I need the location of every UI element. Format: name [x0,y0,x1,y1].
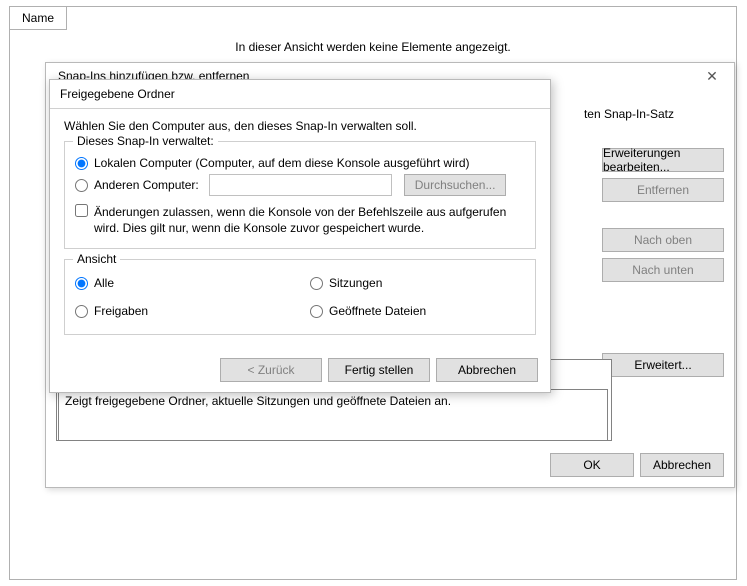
radio-view-sessions-input[interactable] [310,277,323,290]
radio-view-all-input[interactable] [75,277,88,290]
radio-local-computer-label: Lokalen Computer (Computer, auf dem dies… [94,156,470,170]
allow-changes-label: Änderungen zulassen, wenn die Konsole vo… [94,204,525,236]
radio-local-computer-input[interactable] [75,157,88,170]
description-box: Zeigt freigegebene Ordner, aktuelle Sitz… [58,389,608,441]
allow-changes-checkbox[interactable] [75,204,88,217]
shared-folders-dialog-title: Freigegebene Ordner [50,80,550,109]
close-icon[interactable]: ✕ [694,65,730,87]
radio-view-all[interactable]: Alle [75,276,290,290]
move-up-button[interactable]: Nach oben [602,228,724,252]
column-header-name[interactable]: Name [9,6,67,30]
cancel-button[interactable]: Abbrechen [640,453,724,477]
empty-view-message: In dieser Ansicht werden keine Elemente … [10,40,736,54]
radio-view-openfiles[interactable]: Geöffnete Dateien [310,304,525,318]
back-button[interactable]: < Zurück [220,358,322,382]
radio-other-computer-label: Anderen Computer: [94,178,199,192]
move-down-button[interactable]: Nach unten [602,258,724,282]
view-group: Ansicht Alle Sitzungen Freigaben [64,259,536,335]
radio-view-sessions[interactable]: Sitzungen [310,276,525,290]
radio-local-computer[interactable]: Lokalen Computer (Computer, auf dem dies… [75,156,525,170]
finish-button[interactable]: Fertig stellen [328,358,430,382]
shared-folders-dialog: Freigegebene Ordner Wählen Sie den Compu… [49,79,551,393]
wizard-cancel-button[interactable]: Abbrechen [436,358,538,382]
remove-button[interactable]: Entfernen [602,178,724,202]
dialog-prompt: Wählen Sie den Computer aus, den dieses … [64,119,536,133]
column-header-name-label: Name [22,11,54,25]
radio-view-openfiles-input[interactable] [310,305,323,318]
snapin-manages-group-label: Dieses Snap-In verwaltet: [73,134,218,148]
browse-button[interactable]: Durchsuchen... [404,174,507,196]
other-computer-field[interactable] [209,174,392,196]
radio-view-shares[interactable]: Freigaben [75,304,290,318]
radio-view-shares-label: Freigaben [94,304,148,318]
ok-button[interactable]: OK [550,453,634,477]
snapin-manages-group: Dieses Snap-In verwaltet: Lokalen Comput… [64,141,536,249]
view-group-label: Ansicht [73,252,120,266]
radio-other-computer-input[interactable] [75,179,88,192]
edit-extensions-button[interactable]: Erweiterungen bearbeiten... [602,148,724,172]
advanced-button[interactable]: Erweitert... [602,353,724,377]
radio-other-computer[interactable]: Anderen Computer: [75,178,199,192]
description-text: Zeigt freigegebene Ordner, aktuelle Sitz… [65,394,451,408]
radio-view-all-label: Alle [94,276,114,290]
radio-view-openfiles-label: Geöffnete Dateien [329,304,426,318]
radio-view-shares-input[interactable] [75,305,88,318]
radio-view-sessions-label: Sitzungen [329,276,382,290]
snapin-set-label-fragment: ten Snap-In-Satz [584,107,674,121]
